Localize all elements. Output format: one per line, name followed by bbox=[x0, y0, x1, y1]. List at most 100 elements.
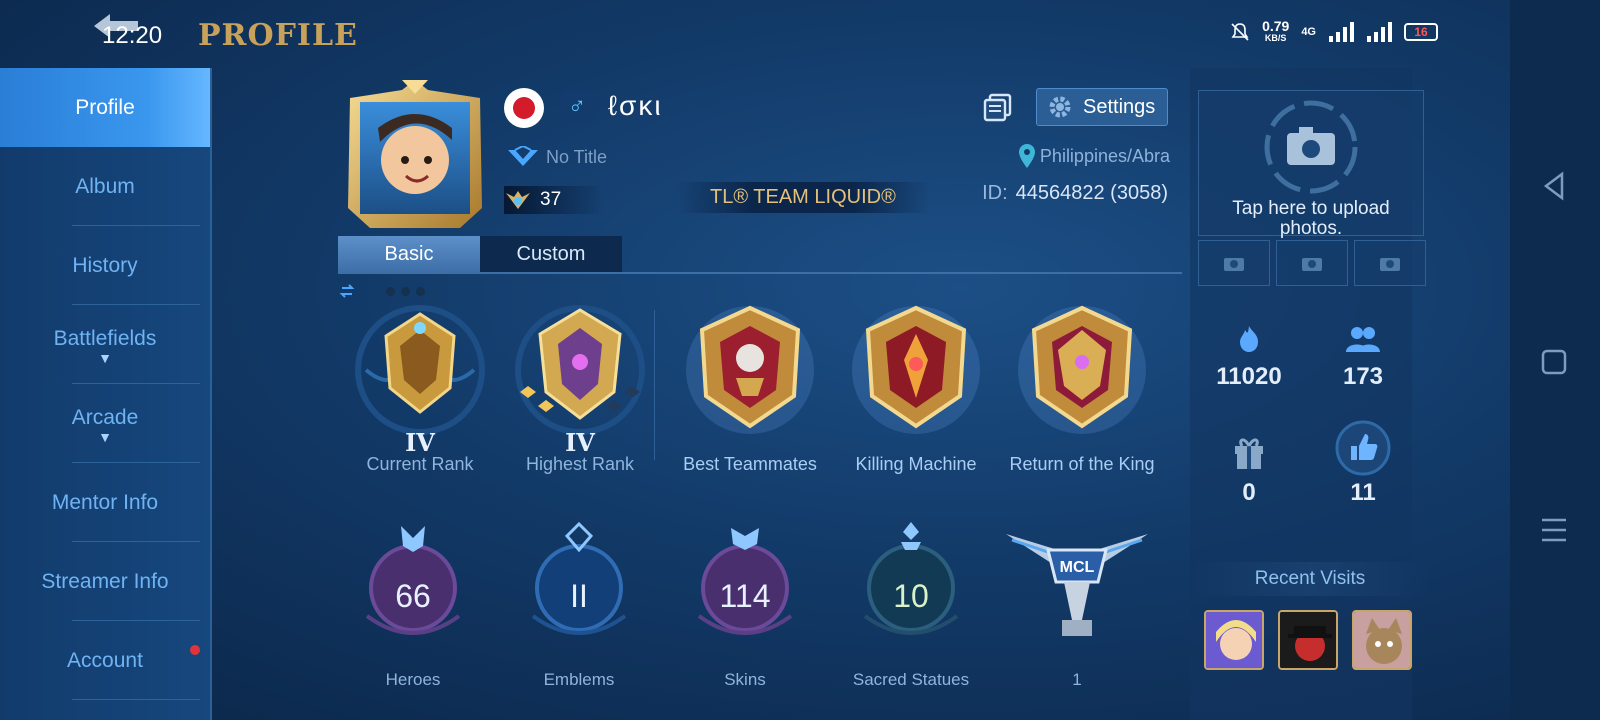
network-speed: 0.79 KB/S bbox=[1262, 18, 1290, 44]
system-icons: 0.79 KB/S 4G 16 bbox=[1230, 18, 1438, 44]
ranks-row: IV Current Rank IV Highest Rank Best Tea… bbox=[338, 300, 1178, 476]
friends-icon bbox=[1346, 327, 1380, 352]
medal-return-of-the-king[interactable]: Return of the King bbox=[1000, 300, 1164, 474]
stat-emblems[interactable]: II Emblems bbox=[504, 520, 654, 689]
photo-slots bbox=[1198, 240, 1426, 286]
svg-text:MCL: MCL bbox=[1060, 559, 1095, 576]
tab-basic[interactable]: Basic bbox=[338, 236, 480, 272]
visitor-avatar[interactable] bbox=[1352, 610, 1412, 670]
sidebar-item-mentor-info[interactable]: Mentor Info bbox=[0, 463, 210, 542]
popularity-value: 11020 bbox=[1216, 363, 1282, 390]
mcl-trophy-icon: MCL bbox=[1006, 534, 1148, 636]
best-teammates-medal-icon bbox=[686, 305, 814, 434]
speed-value: 0.79 bbox=[1262, 18, 1290, 34]
sidebar-item-album[interactable]: Album bbox=[0, 147, 210, 226]
camera-icon bbox=[1224, 258, 1244, 271]
sidebar-item-profile[interactable]: Profile bbox=[0, 68, 210, 147]
visitor-avatar[interactable] bbox=[1204, 610, 1264, 670]
visitor-avatar[interactable] bbox=[1278, 610, 1338, 670]
player-name[interactable]: ℓσκι bbox=[608, 90, 663, 122]
medal-best-teammates[interactable]: Best Teammates bbox=[668, 300, 832, 474]
sacred-statues-count: 10 bbox=[893, 578, 929, 614]
highest-rank-label: Highest Rank bbox=[525, 454, 635, 474]
chevron-down-icon: ▼ bbox=[98, 349, 112, 366]
cards-icon[interactable] bbox=[982, 92, 1014, 124]
stat-heroes[interactable]: 66 Heroes bbox=[338, 520, 488, 689]
stat-skins[interactable]: 114 Skins bbox=[670, 520, 820, 689]
popularity-stat[interactable]: 11020 bbox=[1194, 324, 1304, 391]
highest-rank-tier: IV bbox=[565, 428, 595, 457]
recent-visits-title: Recent Visits bbox=[1190, 562, 1430, 596]
status-bar: 12:20 PROFILE 0.79 KB/S 4G 16 bbox=[0, 0, 1600, 60]
player-location: Philippines/Abra bbox=[1018, 144, 1170, 168]
mute-bell-icon bbox=[1231, 23, 1249, 41]
nav-back-icon[interactable] bbox=[1536, 168, 1572, 204]
male-gender-icon: ♂ bbox=[560, 90, 594, 124]
rank-highest[interactable]: IV Highest Rank bbox=[498, 300, 662, 474]
profile-tabs: Basic Custom bbox=[338, 236, 622, 272]
settings-label: Settings bbox=[1083, 95, 1156, 118]
gift-icon bbox=[1235, 438, 1263, 469]
recent-visitors bbox=[1204, 610, 1412, 670]
settings-button[interactable]: Settings bbox=[1036, 88, 1168, 126]
mythic-glory-rank-icon bbox=[515, 305, 645, 435]
country-flag-icon bbox=[504, 88, 544, 128]
followers-stat[interactable]: 173 bbox=[1308, 324, 1418, 391]
tab-divider bbox=[338, 272, 1182, 274]
stats-row: 66 Heroes II Emblems 114 Skins 10 Sacred… bbox=[338, 520, 1178, 716]
current-rank-tier: IV bbox=[405, 428, 435, 457]
location-text: Philippines/Abra bbox=[1039, 145, 1170, 166]
photo-slot[interactable] bbox=[1276, 240, 1348, 286]
sidebar-item-account[interactable]: Account bbox=[0, 621, 210, 700]
sidebar-item-streamer-info[interactable]: Streamer Info bbox=[0, 542, 210, 621]
squad-name[interactable]: TL® TEAM LIQUID® bbox=[676, 182, 930, 213]
stat-sacred-statues[interactable]: 10 Sacred Statues bbox=[836, 520, 986, 689]
sidebar-item-history[interactable]: History bbox=[0, 226, 210, 305]
sidebar-item-label: Battlefields bbox=[53, 326, 157, 350]
skins-label: Skins bbox=[724, 670, 766, 689]
page-dot bbox=[401, 286, 410, 296]
killing-machine-medal-icon bbox=[852, 305, 980, 434]
current-rank-label: Current Rank bbox=[366, 454, 474, 474]
fire-icon bbox=[1240, 326, 1258, 352]
followers-value: 173 bbox=[1342, 363, 1384, 390]
signal-icon-2 bbox=[1367, 22, 1392, 42]
gear-icon bbox=[1049, 96, 1071, 118]
nav-menu-icon[interactable] bbox=[1536, 512, 1572, 548]
page-dot bbox=[386, 286, 395, 296]
page-title: PROFILE bbox=[198, 18, 358, 53]
nav-home-icon[interactable] bbox=[1536, 344, 1572, 380]
rank-divider bbox=[654, 310, 655, 460]
notification-dot bbox=[190, 645, 200, 655]
id-value: 44564822 (3058) bbox=[1015, 182, 1168, 204]
sidebar-item-label: Album bbox=[75, 174, 135, 198]
gifts-stat[interactable]: 0 bbox=[1194, 434, 1304, 507]
player-avatar[interactable] bbox=[340, 80, 490, 230]
photo-slot[interactable] bbox=[1198, 240, 1270, 286]
profile-main: ♂ ℓσκι No Title 37 TL® TEAM LIQUID® Sett… bbox=[212, 68, 1190, 720]
best-teammates-label: Best Teammates bbox=[683, 454, 817, 474]
photo-upload-area[interactable]: Tap here to upload photos. bbox=[1198, 90, 1424, 239]
id-label: ID: bbox=[982, 182, 1008, 204]
medal-killing-machine[interactable]: Killing Machine bbox=[834, 300, 998, 474]
camera-icon bbox=[1264, 100, 1358, 194]
stat-mcl-trophy[interactable]: MCL 1 bbox=[1002, 520, 1152, 689]
skins-count: 114 bbox=[719, 578, 771, 614]
gifts-value: 0 bbox=[1242, 479, 1256, 506]
battery-level: 16 bbox=[1414, 25, 1428, 39]
location-pin-icon bbox=[1018, 144, 1035, 168]
sidebar-item-battlefields[interactable]: Battlefields ▼ bbox=[0, 305, 210, 384]
rank-current[interactable]: IV Current Rank bbox=[338, 300, 502, 474]
tab-custom[interactable]: Custom bbox=[480, 236, 622, 272]
photo-slot[interactable] bbox=[1354, 240, 1426, 286]
sidebar: Profile Album History Battlefields ▼ Arca… bbox=[0, 68, 212, 720]
swap-icon[interactable] bbox=[338, 282, 356, 300]
page-indicator bbox=[338, 282, 425, 300]
player-level: 37 bbox=[540, 189, 562, 210]
sidebar-item-arcade[interactable]: Arcade ▼ bbox=[0, 384, 210, 463]
sidebar-item-label: History bbox=[72, 253, 138, 277]
player-title[interactable]: No Title bbox=[506, 146, 607, 168]
likes-stat[interactable]: 11 bbox=[1308, 420, 1418, 507]
sidebar-item-label: Account bbox=[67, 648, 143, 672]
sidebar-item-label: Arcade bbox=[71, 405, 139, 429]
